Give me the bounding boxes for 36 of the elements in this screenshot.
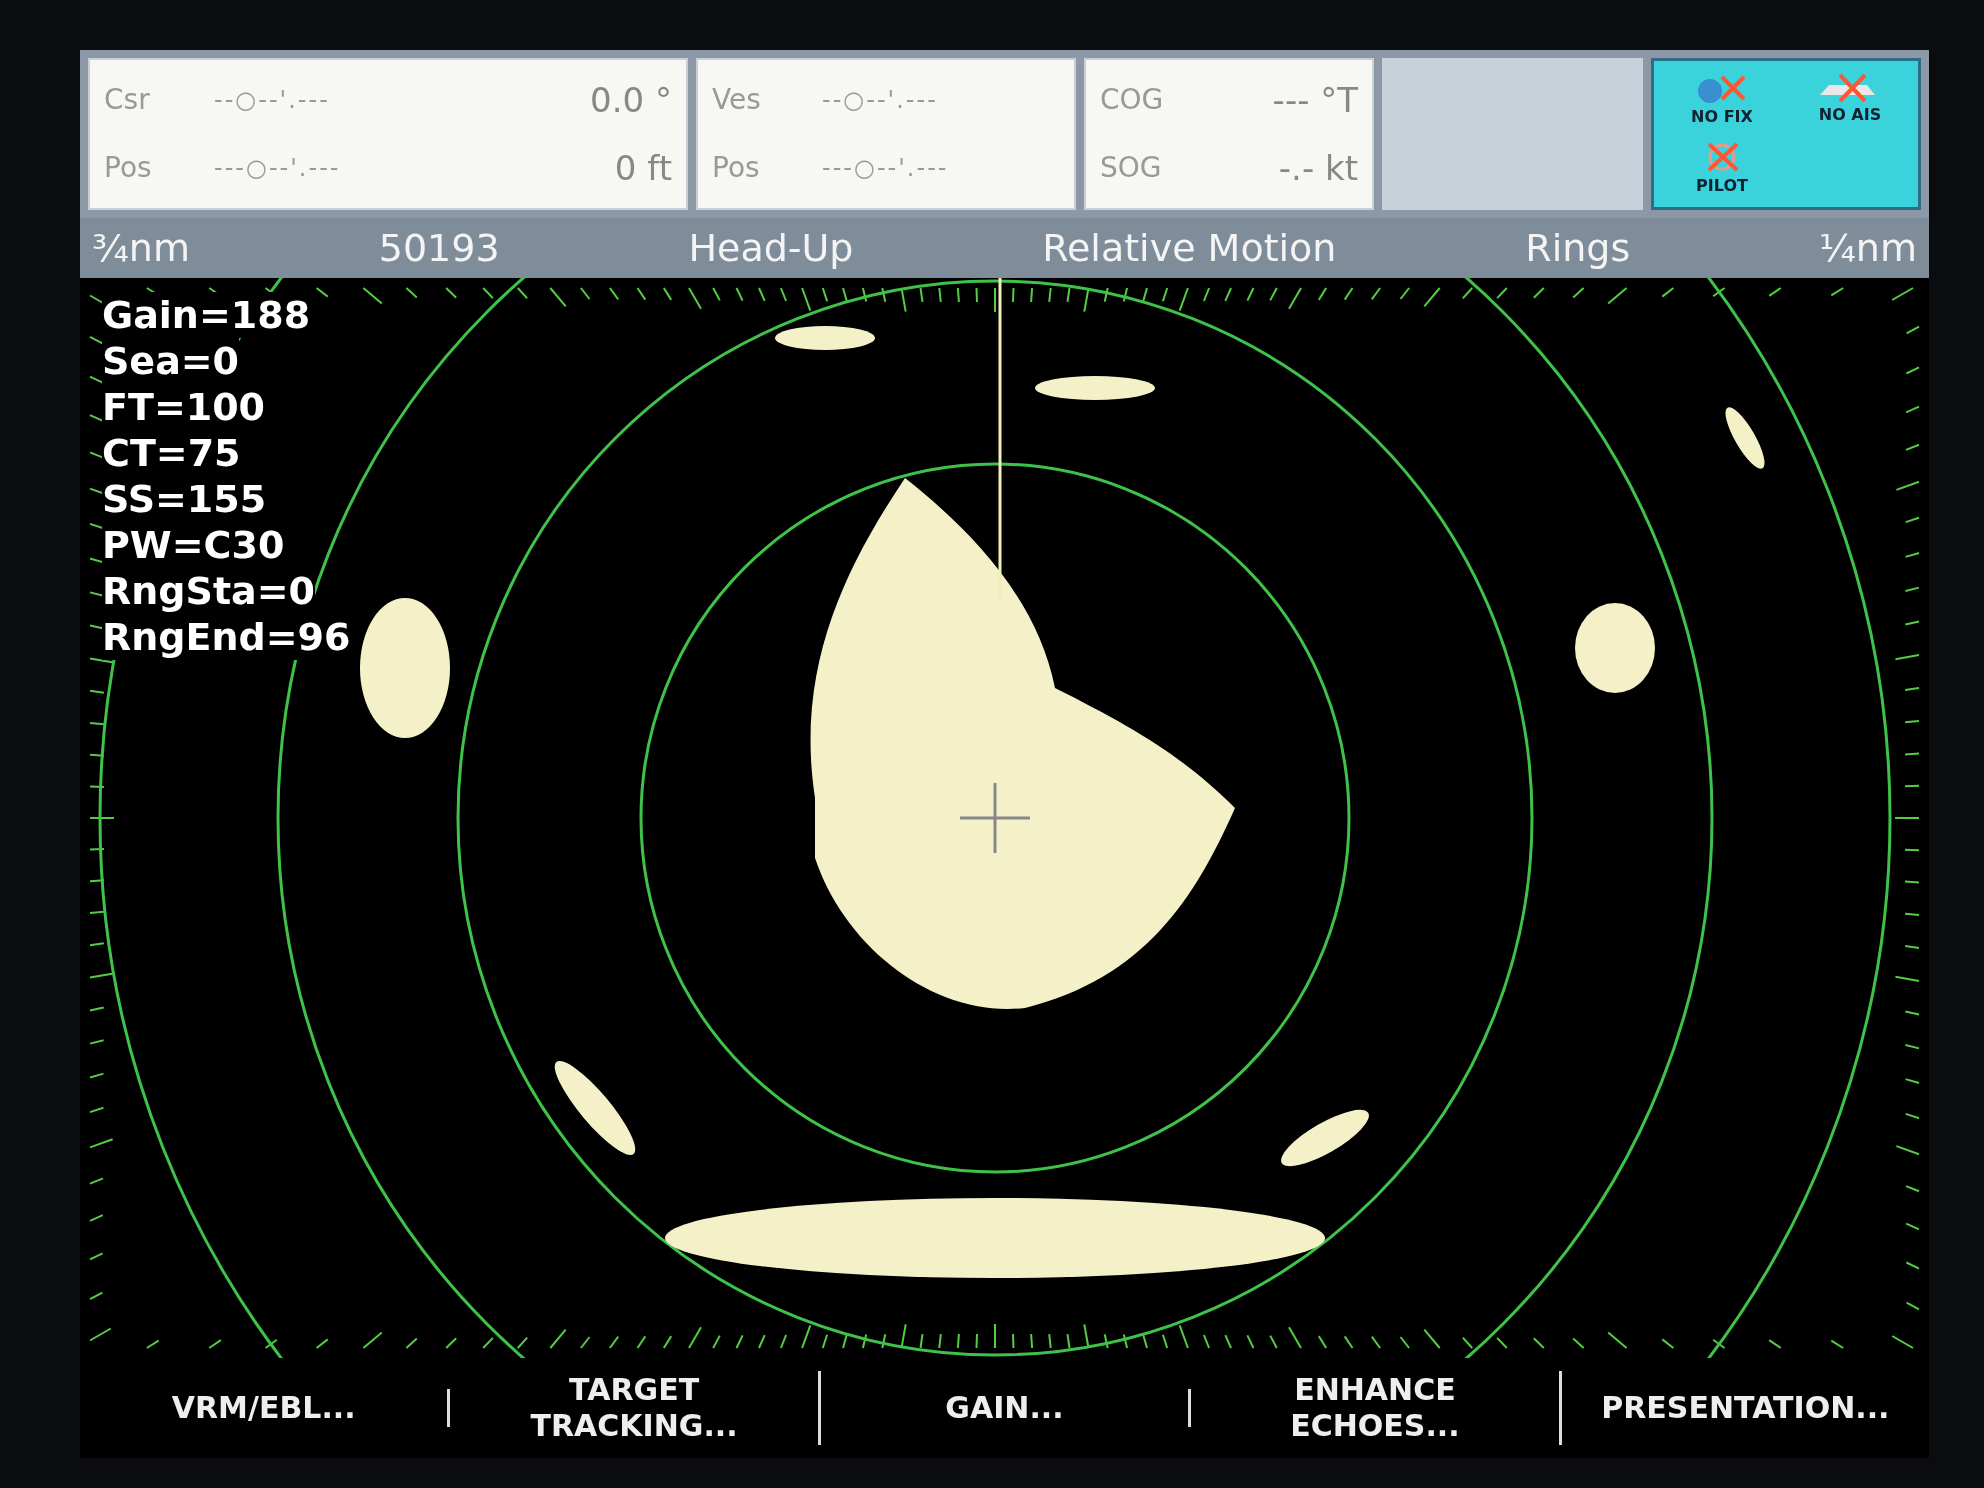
- status-text: 50193: [378, 224, 500, 272]
- radar-setting: SS=155: [102, 476, 267, 522]
- readout-value: 0.0 °: [589, 78, 672, 122]
- position-readout: ---○--'.---: [822, 153, 950, 184]
- position-readout: --○--'.---: [214, 85, 331, 116]
- readout-label: Pos: [712, 150, 761, 186]
- status-label: NO AIS: [1818, 103, 1882, 126]
- softkey-button[interactable]: TARGET TRACKING...: [450, 1371, 821, 1445]
- softkey-button[interactable]: GAIN...: [820, 1389, 1192, 1427]
- radar-setting: FT=100: [102, 384, 266, 430]
- readout-label: Ves: [712, 82, 762, 118]
- status-text: Relative Motion: [1042, 224, 1337, 272]
- readout-label: SOG: [1100, 150, 1163, 186]
- status-text: Head-Up: [688, 224, 854, 272]
- status-text: ¾nm: [92, 224, 190, 272]
- radar-setting: RngEnd=96: [102, 614, 351, 660]
- radar-setting: PW=C30: [102, 522, 285, 568]
- position-readout: --○--'.---: [822, 85, 939, 116]
- position-readout: ---○--'.---: [214, 153, 342, 184]
- status-label: PILOT: [1696, 174, 1748, 197]
- radar-setting: CT=75: [102, 430, 241, 476]
- softkey-button[interactable]: ENHANCE ECHOES...: [1191, 1371, 1562, 1445]
- readout-value: --- °T: [1271, 78, 1358, 122]
- radar-setting: Sea=0: [102, 338, 240, 384]
- status-text: ¼nm: [1819, 224, 1917, 272]
- softkey-button[interactable]: VRM/EBL...: [80, 1389, 451, 1427]
- readout-label: COG: [1100, 82, 1165, 118]
- readout-label: Csr: [104, 82, 151, 118]
- radar-setting: Gain=188: [102, 292, 311, 338]
- readout-value: 0 ft: [613, 146, 672, 190]
- readout-value: -.- kt: [1277, 146, 1358, 190]
- status-text: Rings: [1525, 224, 1631, 272]
- status-label: NO FIX: [1691, 105, 1753, 128]
- readout-label: Pos: [104, 150, 153, 186]
- radar-setting: RngSta=0: [102, 568, 315, 614]
- softkey-button[interactable]: PRESENTATION...: [1561, 1389, 1930, 1427]
